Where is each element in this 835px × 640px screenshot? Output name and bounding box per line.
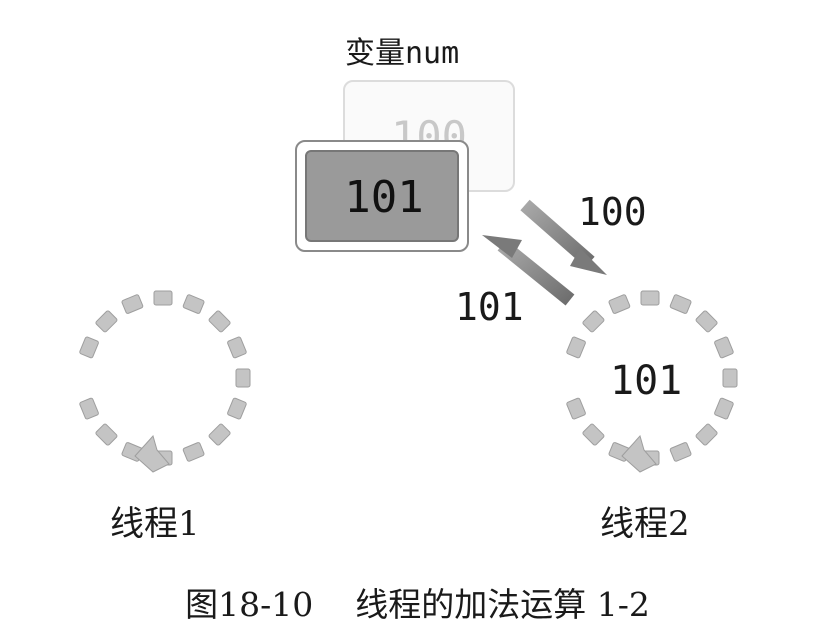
ring-dot <box>695 423 718 446</box>
ring-dot <box>79 336 99 359</box>
ring-dot <box>566 336 586 359</box>
figure-number: 图18-10 <box>185 585 314 624</box>
thread2-value: 101 <box>610 358 683 404</box>
ring-dot <box>208 310 231 333</box>
ring-dot <box>669 294 692 314</box>
ring-dot <box>714 336 734 359</box>
ring-dot <box>722 368 738 388</box>
ring-dot <box>121 294 144 314</box>
ring-dot <box>153 290 173 306</box>
thread1-label: 线程1 <box>110 504 200 544</box>
ring-dot <box>182 294 205 314</box>
ring-dot <box>79 397 99 420</box>
ring-dot <box>235 368 251 388</box>
ring-dot <box>208 423 231 446</box>
ring-dot <box>566 397 586 420</box>
ring-dot <box>714 397 734 420</box>
figure-title: 线程的加法运算 1-2 <box>355 585 650 624</box>
arrow-value-out: 100 <box>578 190 647 234</box>
ring-dot <box>95 423 118 446</box>
arrow-value-in: 101 <box>455 285 524 329</box>
ring-dot <box>582 423 605 446</box>
ring-dot <box>182 442 205 462</box>
ring-dot <box>669 442 692 462</box>
ring-dot <box>227 336 247 359</box>
ring-dot <box>582 310 605 333</box>
thread2-label: 线程2 <box>600 504 690 544</box>
ring-dot <box>227 397 247 420</box>
ring-dot <box>640 290 660 306</box>
thread1-ring <box>79 290 251 473</box>
ring-dot <box>608 294 631 314</box>
ring-dot <box>695 310 718 333</box>
figure-caption: 图18-10 线程的加法运算 1-2 <box>0 578 835 626</box>
ring-dot <box>95 310 118 333</box>
